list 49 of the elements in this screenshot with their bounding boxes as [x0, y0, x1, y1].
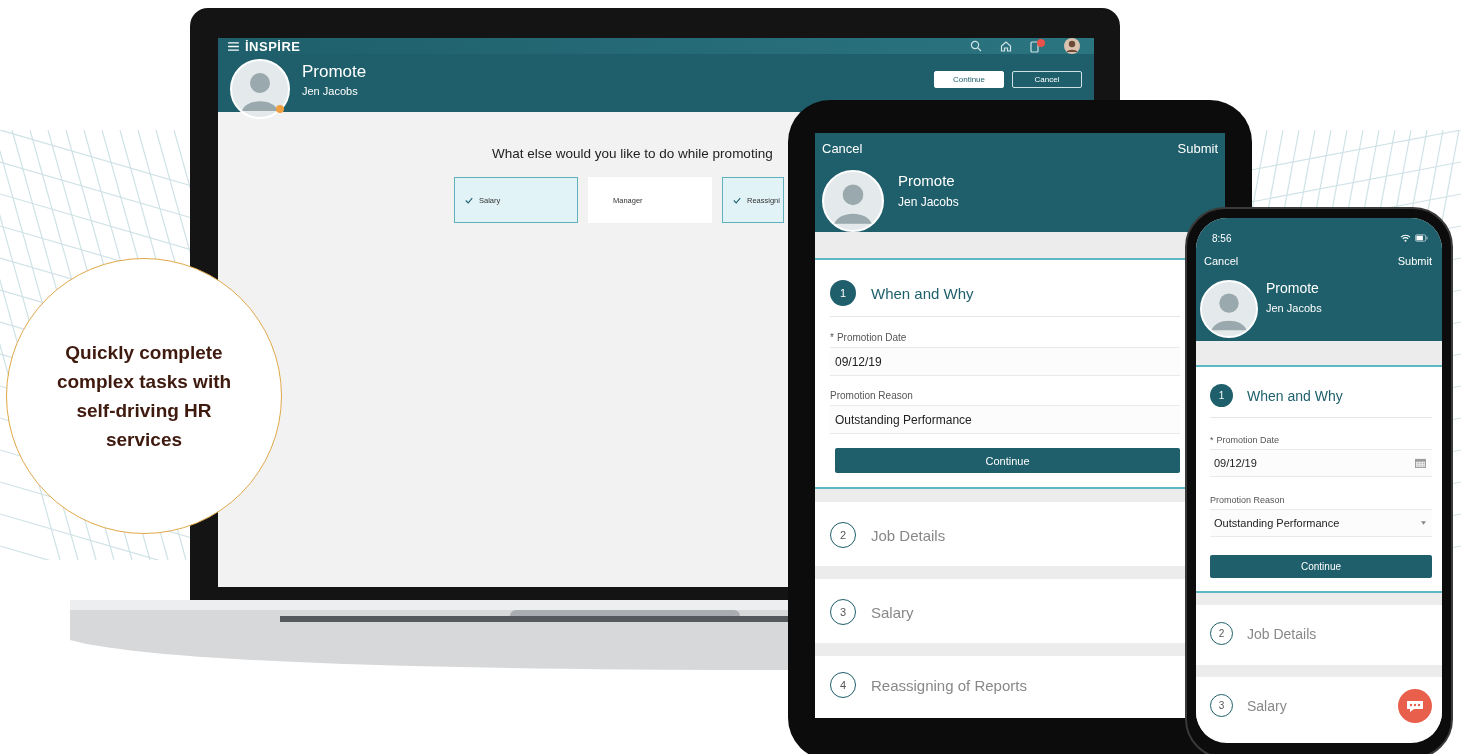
page-title: Promote: [302, 62, 367, 82]
step-title[interactable]: Reassigning of Reports: [871, 676, 1027, 694]
cancel-button[interactable]: Cancel: [1012, 71, 1082, 88]
cancel-link[interactable]: Cancel: [822, 141, 863, 156]
app-logo: İNSPİRE: [245, 38, 301, 54]
menu-icon[interactable]: [228, 41, 239, 51]
input-field[interactable]: Outstanding Performance: [830, 405, 1180, 434]
step-number: 1: [1210, 384, 1233, 407]
page-title: Promote: [1266, 280, 1320, 296]
avatar-silhouette: [1200, 280, 1258, 338]
notification-icon[interactable]: [1030, 39, 1046, 53]
checkmark-icon: [465, 196, 473, 204]
dropdown-field[interactable]: Outstanding Performance: [1210, 509, 1432, 537]
employee-name: Jen Jacobs: [302, 85, 359, 97]
avatar-silhouette[interactable]: [1064, 38, 1080, 54]
step-title[interactable]: Job Details: [1247, 625, 1317, 642]
chat-button[interactable]: [1398, 689, 1432, 723]
continue-button[interactable]: Continue: [1210, 555, 1432, 578]
employee-name: Jen Jacobs: [898, 195, 959, 209]
field-label: * Promotion Date: [830, 332, 908, 343]
continue-button[interactable]: Continue: [835, 448, 1180, 473]
employee-name: Jen Jacobs: [1266, 302, 1322, 314]
submit-link[interactable]: Submit: [1177, 141, 1218, 156]
cancel-link[interactable]: Cancel: [1204, 255, 1239, 267]
field-label: Promotion Reason: [830, 390, 914, 401]
avatar-silhouette: [230, 59, 290, 119]
calendar-icon[interactable]: [1415, 458, 1426, 468]
status-time: 8:56: [1212, 232, 1232, 244]
page-title: Promote: [898, 172, 956, 189]
date-field[interactable]: 09/12/19: [1210, 449, 1432, 477]
checkmark-icon: [733, 196, 741, 204]
step-number: 1: [830, 280, 856, 306]
field-label: Promotion Reason: [1210, 495, 1286, 505]
caret-icon: [1421, 521, 1426, 525]
field-label: * Promotion Date: [1210, 435, 1281, 445]
battery-icon: [1415, 234, 1428, 242]
question-text: What else would you like to do while promoting: [492, 146, 773, 161]
step-title[interactable]: Salary: [1247, 697, 1287, 714]
step-title[interactable]: When and Why: [871, 284, 974, 302]
submit-link[interactable]: Submit: [1397, 255, 1432, 267]
input-field[interactable]: 09/12/19: [830, 347, 1180, 376]
search-icon[interactable]: [970, 40, 982, 52]
step-title[interactable]: Job Details: [871, 526, 946, 544]
step-title[interactable]: Salary: [871, 603, 914, 621]
callout-text: Quickly complete complex tasks with self-driving HR services: [55, 341, 233, 452]
wifi-icon: [1400, 234, 1411, 242]
continue-button[interactable]: Continue: [934, 71, 1004, 88]
step-title[interactable]: When and Why: [1247, 387, 1343, 404]
home-icon[interactable]: [1000, 40, 1012, 52]
